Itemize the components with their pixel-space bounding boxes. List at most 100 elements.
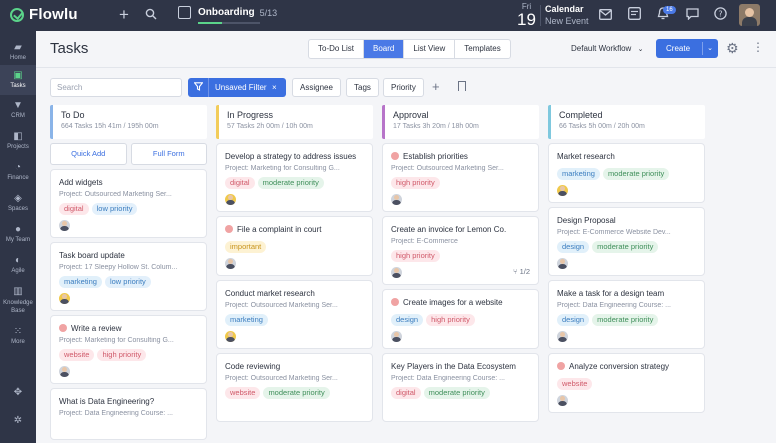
task-tag[interactable]: moderate priority [602, 168, 670, 180]
tab-to-do-list[interactable]: To-Do List [309, 40, 365, 58]
task-card[interactable]: Create images for a website design high p… [382, 289, 539, 349]
task-tag[interactable]: moderate priority [257, 177, 324, 189]
task-tag[interactable]: website [557, 378, 593, 390]
task-card[interactable]: Key Players in the Data Ecosystem Projec… [382, 353, 539, 422]
onboarding-progress[interactable]: Onboarding 5/13 [178, 6, 277, 19]
task-tag[interactable]: marketing [557, 168, 600, 180]
task-card[interactable]: File a complaint in court important [216, 216, 373, 276]
assignee-avatar[interactable] [391, 194, 402, 205]
mail-icon[interactable] [597, 7, 613, 23]
task-tag[interactable]: design [391, 314, 424, 326]
tags-filter[interactable]: Tags [346, 78, 379, 97]
calendar-new-event[interactable]: New Event [545, 15, 589, 27]
column-header[interactable]: To Do 664 Tasks 15h 41m / 195h 00m [50, 105, 207, 139]
task-tag[interactable]: important [225, 241, 267, 253]
task-card[interactable]: Analyze conversion strategy website [548, 353, 705, 413]
task-tag[interactable]: marketing [225, 314, 268, 326]
task-card[interactable]: Develop a strategy to address issues Pro… [216, 143, 373, 212]
help-icon[interactable]: ? [712, 7, 728, 23]
sidebar-item-agile[interactable]: ◐ Agile [0, 252, 36, 280]
task-tag[interactable]: moderate priority [423, 387, 490, 399]
task-card[interactable]: Create an invoice for Lemon Co. Project:… [382, 216, 539, 285]
full-form-button[interactable]: Full Form [130, 143, 207, 165]
search-input[interactable] [50, 78, 182, 97]
task-tag[interactable]: marketing [59, 276, 102, 288]
task-tag[interactable]: digital [225, 177, 255, 189]
task-card[interactable]: Write a review Project: Marketing for Co… [50, 315, 207, 384]
priority-filter[interactable]: Priority [383, 78, 424, 97]
column-header[interactable]: In Progress 57 Tasks 2h 00m / 10h 00m [216, 105, 373, 139]
task-card[interactable]: Establish priorities Project: Outsourced… [382, 143, 539, 212]
assignee-avatar[interactable] [59, 366, 70, 377]
close-icon[interactable]: × [272, 78, 277, 97]
task-tag[interactable]: website [225, 387, 261, 399]
task-card[interactable]: Market research marketing moderate priori… [548, 143, 705, 203]
task-card[interactable]: What is Data Engineering? Project: Data … [50, 388, 207, 440]
task-card[interactable]: Conduct market research Project: Outsour… [216, 280, 373, 349]
task-tag[interactable]: high priority [391, 250, 440, 262]
assignee-avatar[interactable] [59, 220, 70, 231]
assignee-avatar[interactable] [225, 258, 236, 269]
chevron-down-icon[interactable]: ⌄ [707, 39, 713, 58]
task-tag[interactable]: high priority [426, 314, 475, 326]
column-header[interactable]: Completed 66 Tasks 5h 00m / 20h 00m [548, 105, 705, 139]
sidebar-puzzle[interactable]: ✥ [0, 387, 36, 403]
sidebar-item-spaces[interactable]: ◈ Spaces [0, 190, 36, 218]
date-widget[interactable]: Fri 19 [515, 2, 538, 29]
sidebar-item-knowledge-base[interactable]: ▥ Knowledge Base [0, 283, 36, 317]
sidebar-item-my-team[interactable]: ● My Team [0, 221, 36, 249]
tab-board[interactable]: Board [364, 40, 405, 58]
search-icon[interactable] [143, 7, 159, 23]
task-tag[interactable]: moderate priority [592, 314, 659, 326]
sidebar-settings[interactable]: ✲ [0, 415, 36, 431]
task-tag[interactable]: low priority [104, 276, 151, 288]
sidebar-item-projects[interactable]: ◧ Projects [0, 128, 36, 156]
app-logo[interactable]: Flowlu [10, 6, 78, 23]
task-tag[interactable]: digital [59, 203, 89, 215]
task-tag[interactable]: low priority [91, 203, 138, 215]
add-filter-icon[interactable]: + [432, 79, 440, 94]
tab-templates[interactable]: Templates [455, 40, 509, 58]
gear-icon[interactable]: ⚙ [726, 40, 739, 57]
task-tag[interactable]: moderate priority [263, 387, 330, 399]
task-tag[interactable]: website [59, 349, 95, 361]
subtask-counter[interactable]: ⑂ 1/2 [513, 267, 530, 276]
assignee-avatar[interactable] [557, 395, 568, 406]
assignee-avatar[interactable] [557, 258, 568, 269]
assignee-filter[interactable]: Assignee [292, 78, 341, 97]
create-button[interactable]: Create ⌄ [656, 39, 718, 58]
sidebar-item-finance[interactable]: ◔ Finance [0, 159, 36, 187]
more-options-icon[interactable]: ⋮ [752, 40, 764, 54]
task-tag[interactable]: moderate priority [592, 241, 659, 253]
task-tag[interactable]: design [557, 314, 590, 326]
task-card[interactable]: Task board update Project: 17 Sleepy Hol… [50, 242, 207, 311]
assignee-avatar[interactable] [557, 185, 568, 196]
workflow-select[interactable]: Default Workflow ⌄ [571, 44, 643, 53]
assignee-avatar[interactable] [557, 331, 568, 342]
notes-icon[interactable] [626, 7, 642, 23]
plus-icon[interactable]: + [116, 6, 132, 23]
user-avatar[interactable] [739, 4, 760, 26]
assignee-avatar[interactable] [225, 331, 236, 342]
quick-add-button[interactable]: Quick Add [50, 143, 127, 165]
unsaved-filter-button[interactable]: Unsaved Filter × [188, 78, 286, 97]
task-tag[interactable]: high priority [97, 349, 147, 361]
sidebar-item-crm[interactable]: ▼ CRM [0, 97, 36, 125]
task-card[interactable]: Design Proposal Project: E-Commerce Webs… [548, 207, 705, 276]
task-card[interactable]: Make a task for a design team Project: D… [548, 280, 705, 349]
assignee-avatar[interactable] [391, 267, 402, 278]
sidebar-item-home[interactable]: ▰ Home [0, 39, 36, 65]
task-tag[interactable]: design [557, 241, 590, 253]
chat-icon[interactable] [684, 7, 700, 23]
calendar-widget[interactable]: Calendar New Event [545, 3, 589, 27]
task-tag[interactable]: digital [391, 387, 421, 399]
bookmark-icon[interactable] [458, 81, 466, 91]
task-card[interactable]: Add widgets Project: Outsourced Marketin… [50, 169, 207, 238]
assignee-avatar[interactable] [391, 331, 402, 342]
tab-list-view[interactable]: List View [404, 40, 456, 58]
assignee-avatar[interactable] [59, 293, 70, 304]
assignee-avatar[interactable] [225, 194, 236, 205]
column-header[interactable]: Approval 17 Tasks 3h 20m / 18h 00m [382, 105, 539, 139]
sidebar-item-tasks[interactable]: ▣ Tasks [0, 65, 36, 95]
sidebar-item-more[interactable]: ⁙ More [0, 323, 36, 349]
